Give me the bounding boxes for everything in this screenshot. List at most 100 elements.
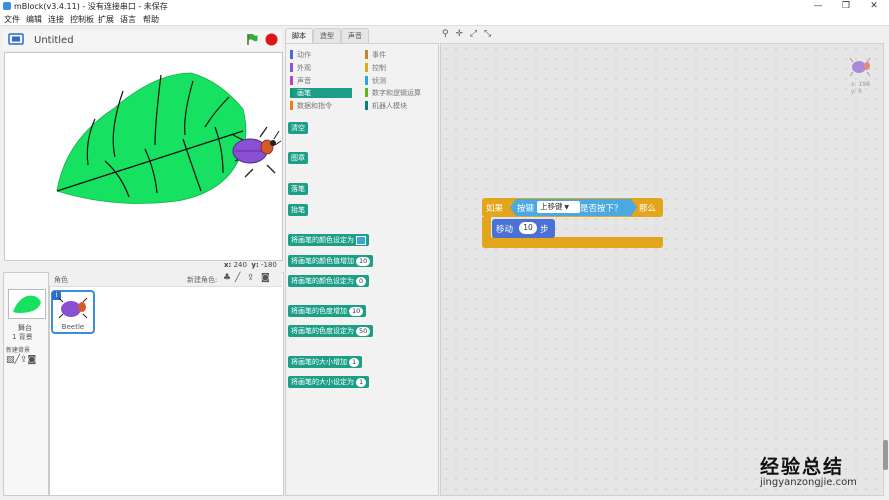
pen-block-9[interactable]: 将画笔的大小增加 1 [288,356,363,368]
block-label: 将画笔的颜色值增加 [291,257,354,265]
block-value-input[interactable]: 0 [356,276,367,286]
script-area[interactable]: x: 198 y: 9 [440,43,884,496]
duplicate-icon[interactable]: ⚲ [442,29,449,39]
watermark-main: 经验总结 [760,456,845,478]
tab-scripts[interactable]: 脚本 [285,28,313,43]
pen-block-1[interactable]: 图章 [288,152,308,164]
category-right-0[interactable]: 事件 [365,50,427,60]
pen-block-0[interactable]: 清空 [288,122,308,134]
title-bar: mBlock(v3.4.11) - 没有连接串口 - 未保存 — ❐ ✕ [0,0,889,13]
category-color-swatch [290,88,293,97]
maximize-button[interactable]: ❐ [836,0,856,13]
stage-drawing [56,72,282,204]
menu-edit[interactable]: 编辑 [26,14,42,25]
block-label: 抬笔 [291,206,305,214]
category-left-4[interactable]: 数据和指令 [290,101,352,111]
green-flag-icon[interactable] [246,33,258,46]
category-color-swatch [365,63,368,72]
block-value-input[interactable]: 1 [349,357,360,367]
block-label: 图章 [291,154,305,162]
category-color-swatch [290,76,293,85]
sprite-tile-beetle[interactable]: i Beetle [51,290,95,334]
menu-connect[interactable]: 连接 [48,14,64,25]
category-label: 数据和指令 [297,102,332,110]
chevron-down-icon: ▼ [562,204,570,211]
menu-help[interactable]: 帮助 [143,14,159,25]
category-right-1[interactable]: 控制 [365,63,427,73]
color-swatch-input[interactable] [356,235,366,245]
pen-block-3[interactable]: 抬笔 [288,204,308,216]
block-label: 将画笔的色度增加 [291,307,347,315]
stage-thumbnail[interactable] [8,289,46,319]
new-backdrop-label: 新建背景 [6,347,31,354]
upload-sprite-icon[interactable]: ⇪ [247,273,255,283]
project-name[interactable]: Untitled [34,35,74,46]
block-value-input[interactable]: 1 [356,377,367,387]
presentation-mode-icon[interactable] [8,33,24,45]
category-label: 画笔 [297,89,311,97]
pen-block-10[interactable]: 将画笔的大小设定为 1 [288,376,370,388]
paint-sprite-icon[interactable]: ╱ [235,273,240,283]
block-label: 落笔 [291,185,305,193]
sprite-library-icon[interactable]: ♣ [223,273,231,283]
block-value-input[interactable]: 50 [356,326,371,336]
stop-icon[interactable] [265,33,278,46]
block-label: 将画笔的颜色设定为 [291,277,354,285]
category-color-swatch [365,50,368,59]
script-scrollbar[interactable] [883,440,888,470]
move-steps-input[interactable]: 10 [519,222,537,234]
if-label: 如果 [486,204,504,214]
pen-block-4[interactable]: 将画笔的颜色设定为 [288,234,369,246]
block-label: 将画笔的大小设定为 [291,378,354,386]
steps-label: 步 [540,225,549,235]
category-right-4[interactable]: 机器人模块 [365,101,427,111]
minimize-button[interactable]: — [808,0,828,13]
menu-board[interactable]: 控制板 [70,14,94,25]
category-left-0[interactable]: 动作 [290,50,352,60]
sprites-title: 角色 [54,276,68,284]
camera-sprite-icon[interactable]: ◙ [261,273,270,283]
pen-block-5[interactable]: 将画笔的颜色值增加 10 [288,255,374,267]
category-label: 侦测 [372,77,386,85]
category-left-2[interactable]: 声音 [290,76,352,86]
category-left-1[interactable]: 外观 [290,63,352,73]
category-right-3[interactable]: 数字和逻辑运算 [365,88,427,98]
close-button[interactable]: ✕ [864,0,884,13]
tab-costumes[interactable]: 造型 [313,28,341,43]
mouse-coordinates: x: 240 y: -180 [224,261,277,269]
category-left-3[interactable]: 画笔 [290,88,352,98]
block-label: 清空 [291,124,305,132]
tab-sounds[interactable]: 声音 [341,28,369,43]
grow-icon[interactable]: ⤢ [470,29,477,39]
block-value-input[interactable]: 10 [349,306,364,316]
camera-backdrop-icon[interactable]: ◙ [27,355,36,365]
pen-block-6[interactable]: 将画笔的颜色设定为 0 [288,275,370,287]
block-label: 将画笔的颜色设定为 [291,236,354,244]
watermark: 经验总结 jingyanzongjie.com [760,452,857,488]
pen-block-7[interactable]: 将画笔的色度增加 10 [288,305,367,317]
stage-canvas[interactable] [4,52,283,261]
sprite-y-readout: y: 9 [851,88,862,95]
category-color-swatch [365,88,368,97]
menu-file[interactable]: 文件 [4,14,20,25]
new-sprite-label: 新建角色: [187,276,218,284]
move-block[interactable]: 移动 10 步 [492,219,555,238]
key-dropdown[interactable]: 上移键 ▼ [537,201,580,213]
delete-icon[interactable]: ✛ [455,29,463,39]
category-color-swatch [290,50,293,59]
watermark-sub: jingyanzongjie.com [760,477,857,488]
category-color-swatch [365,76,368,85]
pen-block-8[interactable]: 将画笔的色度设定为 50 [288,325,374,337]
menu-bar: 文件 编辑 连接 控制板 扩展 语言 帮助 [0,13,889,26]
backdrop-count: 1 背景 [12,333,33,341]
category-right-2[interactable]: 侦测 [365,76,427,86]
paint-backdrop-icon[interactable]: ▨ [6,355,15,365]
menu-language[interactable]: 语言 [120,14,136,25]
block-value-input[interactable]: 10 [356,256,371,266]
pen-block-2[interactable]: 落笔 [288,183,308,195]
menu-extensions[interactable]: 扩展 [98,14,114,25]
sprite-info-thumbnail [849,56,871,78]
shrink-icon[interactable]: ⤡ [484,29,491,39]
move-label: 移动 [496,225,514,235]
window-title: mBlock(v3.4.11) - 没有连接串口 - 未保存 [14,2,168,11]
